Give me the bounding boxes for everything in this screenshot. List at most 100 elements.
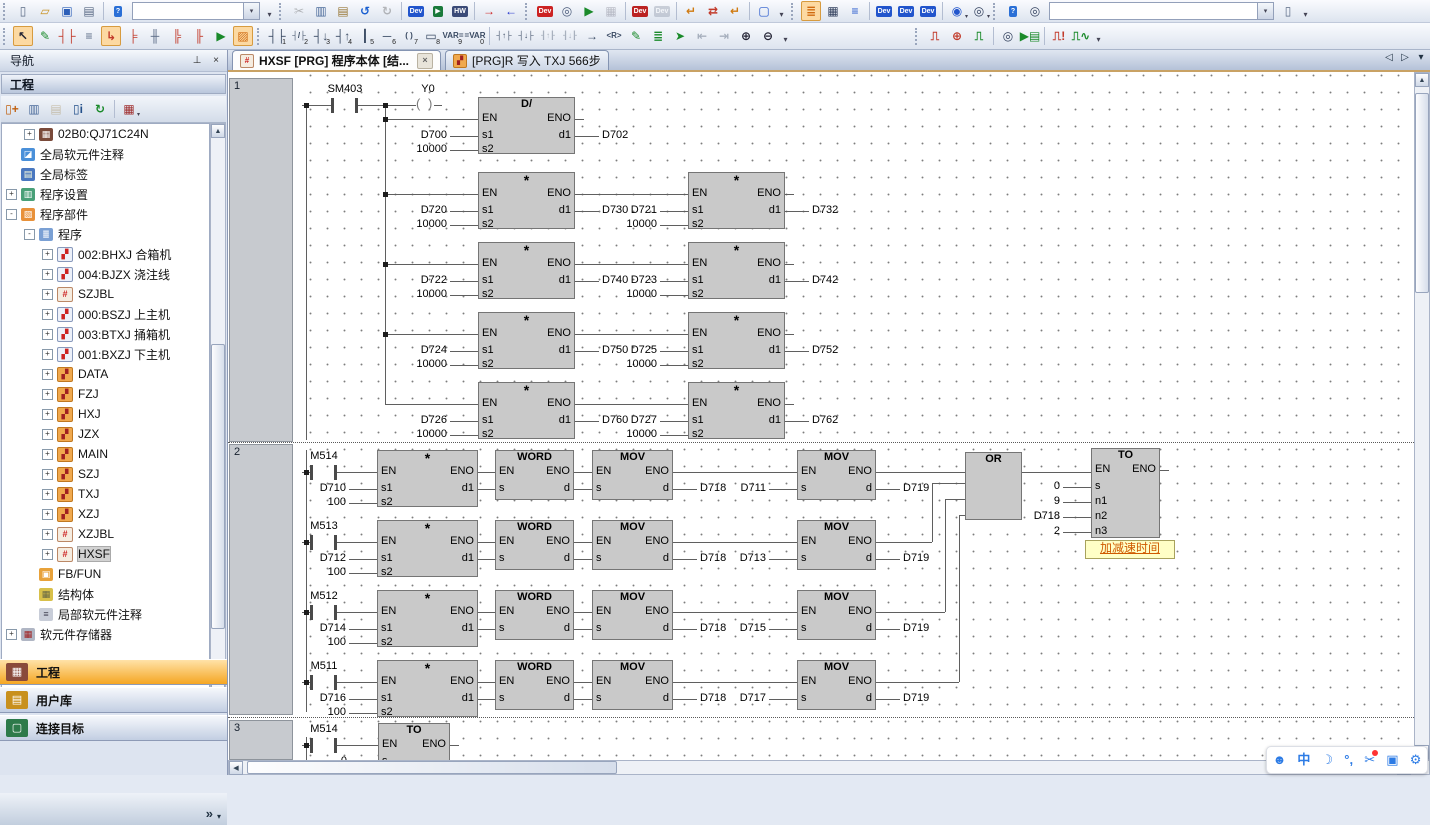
pin-value[interactable]: D719 xyxy=(903,692,929,705)
comment-exchange-button[interactable]: ⇄ xyxy=(703,1,723,21)
expand-icon[interactable]: + xyxy=(6,189,17,200)
open-contact-button[interactable]: ┤├1 xyxy=(267,26,287,46)
save-button[interactable]: ▣ xyxy=(57,1,77,21)
editor-horizontal-scrollbar[interactable]: ◀▶ xyxy=(228,760,1414,775)
find-button[interactable]: ◎ xyxy=(1025,1,1045,21)
pin-value[interactable]: 100 xyxy=(267,566,346,579)
column-insert-button[interactable]: ╫ xyxy=(145,26,165,46)
program-tree-button[interactable]: ≣ xyxy=(801,1,821,21)
tree-item--[interactable]: ▤全局标签 xyxy=(2,164,209,184)
tree-scroll-up-icon[interactable]: ▲ xyxy=(211,124,225,138)
closed-contact-button[interactable]: ┤/├2 xyxy=(289,26,309,46)
expand-icon[interactable]: + xyxy=(42,249,53,260)
tree-item-hxj[interactable]: +▞HXJ xyxy=(2,404,209,424)
tree-item-004-bjzx-[interactable]: +▞004:BJZX 浇注线 xyxy=(2,264,209,284)
tree-scroll-thumb[interactable] xyxy=(211,344,225,629)
ime-punctuation-icon[interactable]: °, xyxy=(1344,753,1353,767)
expand-icon[interactable]: + xyxy=(42,349,53,360)
fb-block-button[interactable]: ▦ xyxy=(823,1,843,21)
pin-value[interactable]: D710 xyxy=(267,482,346,495)
tree-item--[interactable]: +▥程序设置 xyxy=(2,184,209,204)
pin-value[interactable]: D711 xyxy=(687,482,766,495)
expand-icon[interactable]: + xyxy=(42,469,53,480)
tree-item-jzx[interactable]: +▞JZX xyxy=(2,424,209,444)
expand-icon[interactable]: + xyxy=(42,489,53,500)
tree-item-xzj[interactable]: +▞XZJ xyxy=(2,504,209,524)
read-from-plc-button[interactable]: ← xyxy=(501,1,521,21)
statement-run-button[interactable]: ➤ xyxy=(670,26,690,46)
monitor-graph2-button[interactable]: ⎍∿ xyxy=(1071,26,1091,46)
copy-button[interactable]: ▥ xyxy=(311,1,331,21)
tree-item-txj[interactable]: +▞TXJ xyxy=(2,484,209,504)
pin-value[interactable]: D713 xyxy=(687,552,766,565)
contact-device-label[interactable]: SM403 xyxy=(313,83,377,95)
pin-value[interactable]: D702 xyxy=(602,129,628,142)
toolbar2-overflow-1[interactable]: ▾ xyxy=(779,26,792,46)
pin-value[interactable]: 10000 xyxy=(368,288,447,301)
tree-item--[interactable]: ≡局部软元件注释 xyxy=(2,604,209,624)
tree-item-main[interactable]: +▞MAIN xyxy=(2,444,209,464)
monitor-curve-button[interactable]: ⎍ xyxy=(925,26,945,46)
device-find-red-button[interactable]: Dev xyxy=(535,1,555,21)
falling-pulse-close-button[interactable]: ┨↓┠ xyxy=(560,26,580,46)
tab-close-icon[interactable]: × xyxy=(417,53,433,69)
pin-value[interactable]: D724 xyxy=(368,344,447,357)
expand-icon[interactable]: + xyxy=(42,289,53,300)
pin-value[interactable]: 10000 xyxy=(368,218,447,231)
toolbar1-overflow-3[interactable]: ▾ xyxy=(1299,1,1312,21)
wrap-left-button[interactable]: ⇤ xyxy=(692,26,712,46)
pin-value[interactable]: D712 xyxy=(267,552,346,565)
device-write-button[interactable]: Dev xyxy=(406,1,426,21)
monitor-cam-button[interactable]: ▶▤ xyxy=(1020,26,1040,46)
tree-item--[interactable]: -▧程序部件 xyxy=(2,204,209,224)
pin-value[interactable]: D715 xyxy=(687,622,766,635)
jump-button[interactable]: → xyxy=(582,26,602,46)
expand-icon[interactable]: + xyxy=(42,389,53,400)
quick-access-combo[interactable]: ▾ xyxy=(132,2,260,20)
vscroll-up-icon[interactable]: ▲ xyxy=(1415,73,1429,87)
tree-item-szjbl[interactable]: +#SZJBL xyxy=(2,284,209,304)
monitor-graph1-button[interactable]: ⎍! xyxy=(1049,26,1069,46)
rising-pulse-close-button[interactable]: ┨↑┠ xyxy=(538,26,558,46)
pin-icon[interactable]: ⊥ xyxy=(189,53,205,69)
contact-device-label[interactable]: M514 xyxy=(292,723,356,735)
expand-icon[interactable]: + xyxy=(42,509,53,520)
print-button[interactable]: ▤ xyxy=(79,1,99,21)
contact-device-label[interactable]: M514 xyxy=(292,450,356,462)
device-batch-button[interactable]: ▦ xyxy=(601,1,621,21)
dev-table-display-button[interactable]: Dev xyxy=(896,1,916,21)
expand-icon[interactable]: + xyxy=(42,309,53,320)
contact-edit-button[interactable]: ┤├ xyxy=(57,26,77,46)
wire-mode-button[interactable]: ↳ xyxy=(101,26,121,46)
tree-item-data[interactable]: +▞DATA xyxy=(2,364,209,384)
row-insert-button[interactable]: ╠ xyxy=(167,26,187,46)
pin-value[interactable]: D732 xyxy=(812,204,838,217)
open-button[interactable]: ▱ xyxy=(35,1,55,21)
ime-skin-icon[interactable]: ▣ xyxy=(1386,753,1398,767)
expand-icon[interactable]: + xyxy=(42,269,53,280)
data-info-button[interactable]: ▯i xyxy=(68,99,88,119)
pin-value[interactable]: 2 xyxy=(981,525,1060,538)
cut-button[interactable]: ✂ xyxy=(289,1,309,21)
zoom-in-button[interactable]: ⊕ xyxy=(736,26,756,46)
nav-more-arrow-icon[interactable]: ▾ xyxy=(217,812,221,821)
statement-list-button[interactable]: ≡ xyxy=(845,1,865,21)
tree-item-fb-fun[interactable]: ▣FB/FUN xyxy=(2,564,209,584)
pin-value[interactable]: 10000 xyxy=(578,358,657,371)
pin-value[interactable]: D714 xyxy=(267,622,346,635)
tree-item-szj[interactable]: +▞SZJ xyxy=(2,464,209,484)
ime-account-icon[interactable]: ☻ xyxy=(1273,753,1287,767)
device-find-button[interactable]: ◎ xyxy=(557,1,577,21)
expand-icon[interactable]: + xyxy=(42,529,53,540)
device-hw-button[interactable]: HW xyxy=(450,1,470,21)
editor-vertical-scrollbar[interactable]: ▲▼ xyxy=(1414,72,1430,760)
toolbar1-overflow-2[interactable]: ▾ xyxy=(775,1,788,21)
tree-item-02b0-qj71c24n[interactable]: +▦02B0:QJ71C24N xyxy=(2,124,209,144)
nav-user-library-button[interactable]: ▤用户库 xyxy=(0,687,227,713)
branch-insert-button[interactable]: ╞ xyxy=(123,26,143,46)
edit-mode-button[interactable]: ✎ xyxy=(35,26,55,46)
ladder-editor[interactable]: 123SM403M514M513M512M511M514( )Y0D/ENs1D… xyxy=(228,72,1414,760)
ladder-edit-button[interactable]: ▨ xyxy=(233,26,253,46)
zoom-out-button[interactable]: ⊖ xyxy=(758,26,778,46)
quick-access-combo-arrow-icon[interactable]: ▾ xyxy=(243,3,259,19)
